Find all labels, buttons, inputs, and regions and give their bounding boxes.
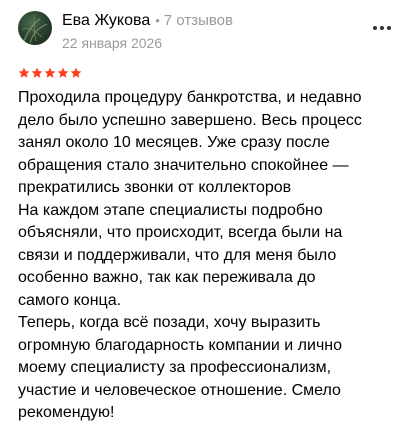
review-text-line: обращения стало значительно спокойнее — (18, 156, 349, 174)
review-text-line: рекомендую! (18, 404, 115, 421)
author-separator: • (155, 13, 160, 28)
review-text-line: объясняли, что происходит, всегда были н… (18, 224, 343, 241)
star-icon (70, 67, 82, 79)
review-text-line: На каждом этапе специалисты подробно (18, 201, 323, 219)
review-text-line: огромную благодарность компании и лично (18, 336, 343, 354)
review-text-line: особенно важно, так как переживала до (18, 269, 316, 286)
review-text-line: моему специалисту за профессионализм, (18, 359, 332, 376)
avatar[interactable] (18, 11, 52, 45)
review-text: Проходила процедуру банкротства, и недав… (18, 87, 404, 425)
star-icon (18, 67, 30, 79)
review-text-line: занял около 10 месяцев. Уже сразу после (18, 134, 330, 151)
more-options-button[interactable] (371, 22, 393, 34)
review-text-line: самого конца. (18, 291, 122, 309)
star-icon (44, 67, 56, 79)
author-reviews-count[interactable]: 7 отзывов (164, 12, 233, 29)
star-icon (31, 67, 43, 79)
review-card: Ева Жукова • 7 отзывов 22 января 2026 Прох… (0, 0, 417, 433)
review-text-line: Теперь, когда всё позади, хочу выразить (18, 314, 321, 331)
review-text-line: связи и поддерживали, что для меня было (18, 246, 337, 264)
rating-stars (18, 67, 82, 81)
author-name[interactable]: Ева Жукова (62, 12, 150, 29)
review-date: 22 января 2026 (62, 35, 163, 51)
author-line: Ева Жукова • 7 отзывов (62, 11, 233, 31)
review-text-line: прекратились звонки от коллекторов (18, 179, 292, 196)
review-text-line: участие и человеческое отношение. Смело (18, 381, 341, 399)
review-text-line: Проходила процедуру банкротства, и недав… (18, 89, 362, 106)
more-dots-icon (373, 26, 391, 30)
star-icon (57, 67, 69, 79)
review-text-line: дело было успешно завершено. Весь процес… (18, 111, 362, 129)
